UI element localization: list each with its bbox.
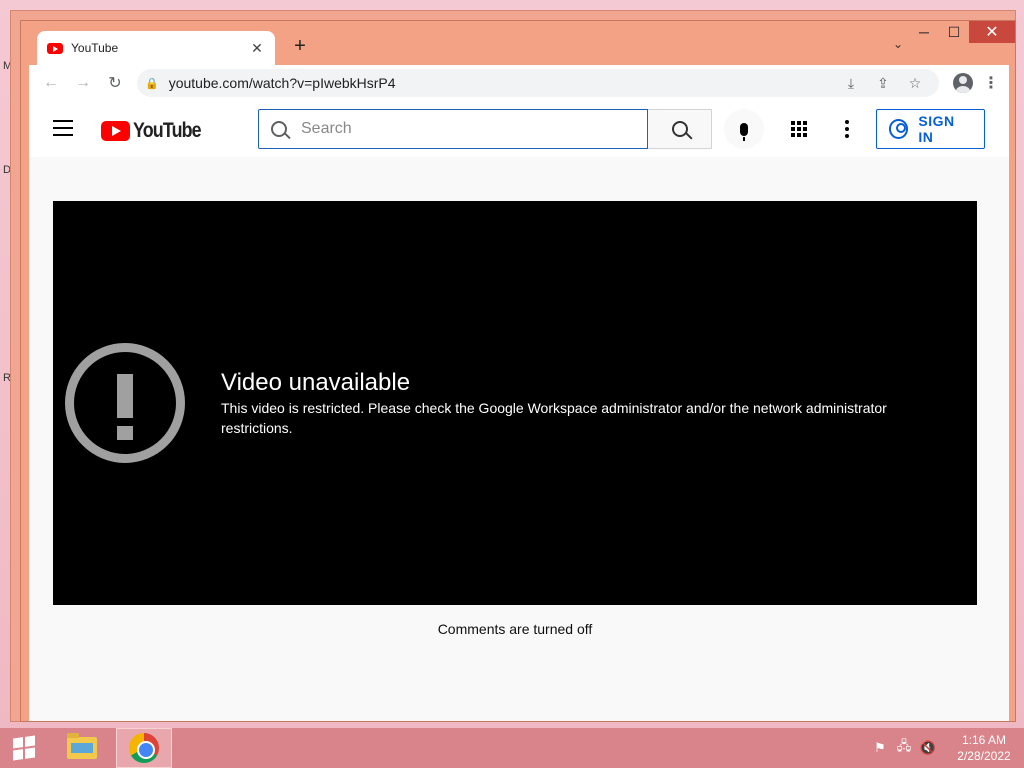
tab-youtube[interactable]: YouTube ✕ (37, 31, 275, 65)
hamburger-menu-icon[interactable] (53, 120, 73, 136)
volume-muted-icon[interactable]: 🔇 (916, 728, 940, 768)
browser-toolbar: ← → ↻ 🔒 youtube.com/watch?v=pIwebkHsrP4 … (29, 65, 1009, 101)
taskbar-clock[interactable]: 1:16 AM 2/28/2022 (944, 732, 1024, 764)
minimize-button[interactable]: ─ (909, 21, 939, 43)
comments-notice: Comments are turned off (437, 621, 593, 637)
window-controls: ─ ☐ ✕ (909, 21, 1015, 43)
browser-menu-icon[interactable]: ⋮ (979, 69, 1003, 97)
tab-close-icon[interactable]: ✕ (249, 40, 265, 57)
web-page: YouTube SIGN IN (29, 101, 1009, 721)
network-icon[interactable]: 🖧 (892, 728, 916, 768)
forward-arrow-icon[interactable]: → (67, 69, 99, 97)
voice-search-button[interactable] (724, 109, 764, 149)
action-center-flag-icon[interactable]: ⚑ (868, 728, 892, 768)
account-icon (889, 119, 909, 139)
youtube-play-logo-icon (101, 121, 130, 141)
close-window-button[interactable]: ✕ (969, 21, 1015, 43)
sign-in-label: SIGN IN (918, 113, 955, 145)
start-button[interactable] (0, 728, 48, 768)
video-player[interactable]: Video unavailable This video is restrict… (53, 201, 977, 605)
exclamation-icon (65, 343, 185, 463)
system-tray: ⚑ 🖧 🔇 1:16 AM 2/28/2022 (868, 728, 1024, 768)
search-input[interactable] (301, 120, 635, 138)
search-icon (671, 121, 688, 137)
install-icon[interactable]: ⤓ (835, 69, 867, 97)
new-tab-button[interactable]: + (289, 35, 311, 58)
taskbar-chrome[interactable] (116, 728, 172, 768)
youtube-logo[interactable]: YouTube (101, 119, 213, 143)
clock-date: 2/28/2022 (957, 749, 1011, 763)
clock-time: 1:16 AM (961, 733, 1007, 747)
tab-title: YouTube (71, 41, 119, 55)
youtube-header: YouTube SIGN IN (29, 101, 1009, 157)
profile-avatar-icon (953, 73, 973, 93)
settings-more-icon[interactable] (841, 117, 853, 141)
url-text[interactable]: youtube.com/watch?v=pIwebkHsrP4 (169, 75, 835, 91)
windows-logo-icon (13, 735, 35, 761)
sign-in-button[interactable]: SIGN IN (876, 109, 985, 149)
browser-window: ─ ☐ ✕ YouTube ✕ + ⌄ ← → ↻ 🔒 youtube.com/… (20, 20, 1016, 722)
microphone-icon (740, 122, 748, 141)
youtube-favicon-icon (47, 42, 63, 54)
bookmark-star-icon[interactable]: ☆ (899, 69, 931, 97)
taskbar: ⚑ 🖧 🔇 1:16 AM 2/28/2022 (0, 728, 1024, 768)
error-title: Video unavailable (221, 369, 411, 396)
share-icon[interactable]: ⇪ (867, 69, 899, 97)
taskbar-file-explorer[interactable] (54, 728, 110, 768)
address-bar[interactable]: 🔒 youtube.com/watch?v=pIwebkHsrP4 ⤓ ⇪ ☆ (137, 69, 939, 97)
chrome-icon (129, 733, 159, 763)
search-button[interactable] (648, 109, 712, 149)
error-message: This video is restricted. Please check t… (221, 400, 887, 436)
search-box[interactable] (258, 109, 648, 149)
tab-search-chevron-icon[interactable]: ⌄ (893, 37, 903, 51)
lock-icon[interactable]: 🔒 (145, 77, 159, 90)
search-icon (271, 121, 287, 137)
profile-button[interactable] (947, 69, 979, 97)
folder-icon (67, 733, 97, 759)
maximize-button[interactable]: ☐ (939, 21, 969, 43)
apps-grid-icon[interactable] (789, 119, 809, 139)
reload-icon[interactable]: ↻ (99, 69, 131, 97)
logo-text: YouTube (133, 119, 202, 142)
back-arrow-icon[interactable]: ← (35, 69, 67, 97)
